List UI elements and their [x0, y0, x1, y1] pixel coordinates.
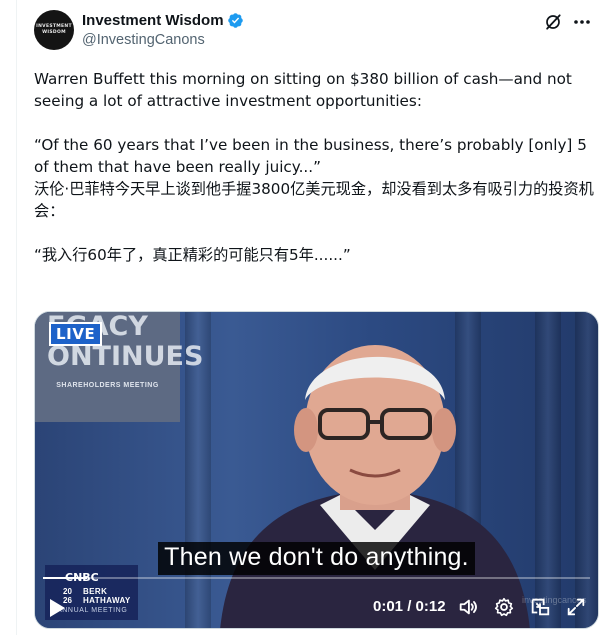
- speaker-figure: [220, 345, 530, 628]
- avatar-logo-line-2: WISDOM: [42, 30, 66, 35]
- avatar[interactable]: INVESTMENT WISDOM: [34, 10, 74, 50]
- exit-picture-icon[interactable]: [529, 596, 551, 618]
- live-badge: LIVE: [49, 322, 103, 346]
- video-controls: 0:01 / 0:12: [35, 592, 598, 622]
- banner-subtitle: SHAREHOLDERS MEETING: [56, 382, 159, 389]
- verified-badge-icon: [227, 12, 243, 28]
- caption-text: Then we don't do anything.: [158, 542, 475, 575]
- tweet-header: INVESTMENT WISDOM Investment Wisdom @Inv…: [34, 10, 593, 54]
- video-progress-fill: [43, 577, 87, 579]
- fullscreen-icon[interactable]: [565, 596, 587, 618]
- video-time: 0:01 / 0:12: [373, 598, 446, 615]
- author-block: Investment Wisdom @InvestingCanons: [82, 10, 244, 48]
- video-player[interactable]: EGACY ONTINUES SHAREHOLDERS MEETING LIVE…: [34, 311, 599, 629]
- author-display-name[interactable]: Investment Wisdom: [82, 12, 224, 29]
- volume-icon[interactable]: [457, 596, 479, 618]
- thread-divider: [16, 0, 17, 635]
- grok-icon[interactable]: [543, 12, 563, 32]
- tweet-text: Warren Buffett this morning on sitting o…: [34, 70, 594, 264]
- author-handle[interactable]: @InvestingCanons: [82, 32, 244, 48]
- more-icon[interactable]: [571, 12, 593, 32]
- settings-icon[interactable]: [493, 596, 515, 618]
- play-icon[interactable]: [47, 597, 67, 619]
- video-progress-bar[interactable]: [43, 577, 590, 579]
